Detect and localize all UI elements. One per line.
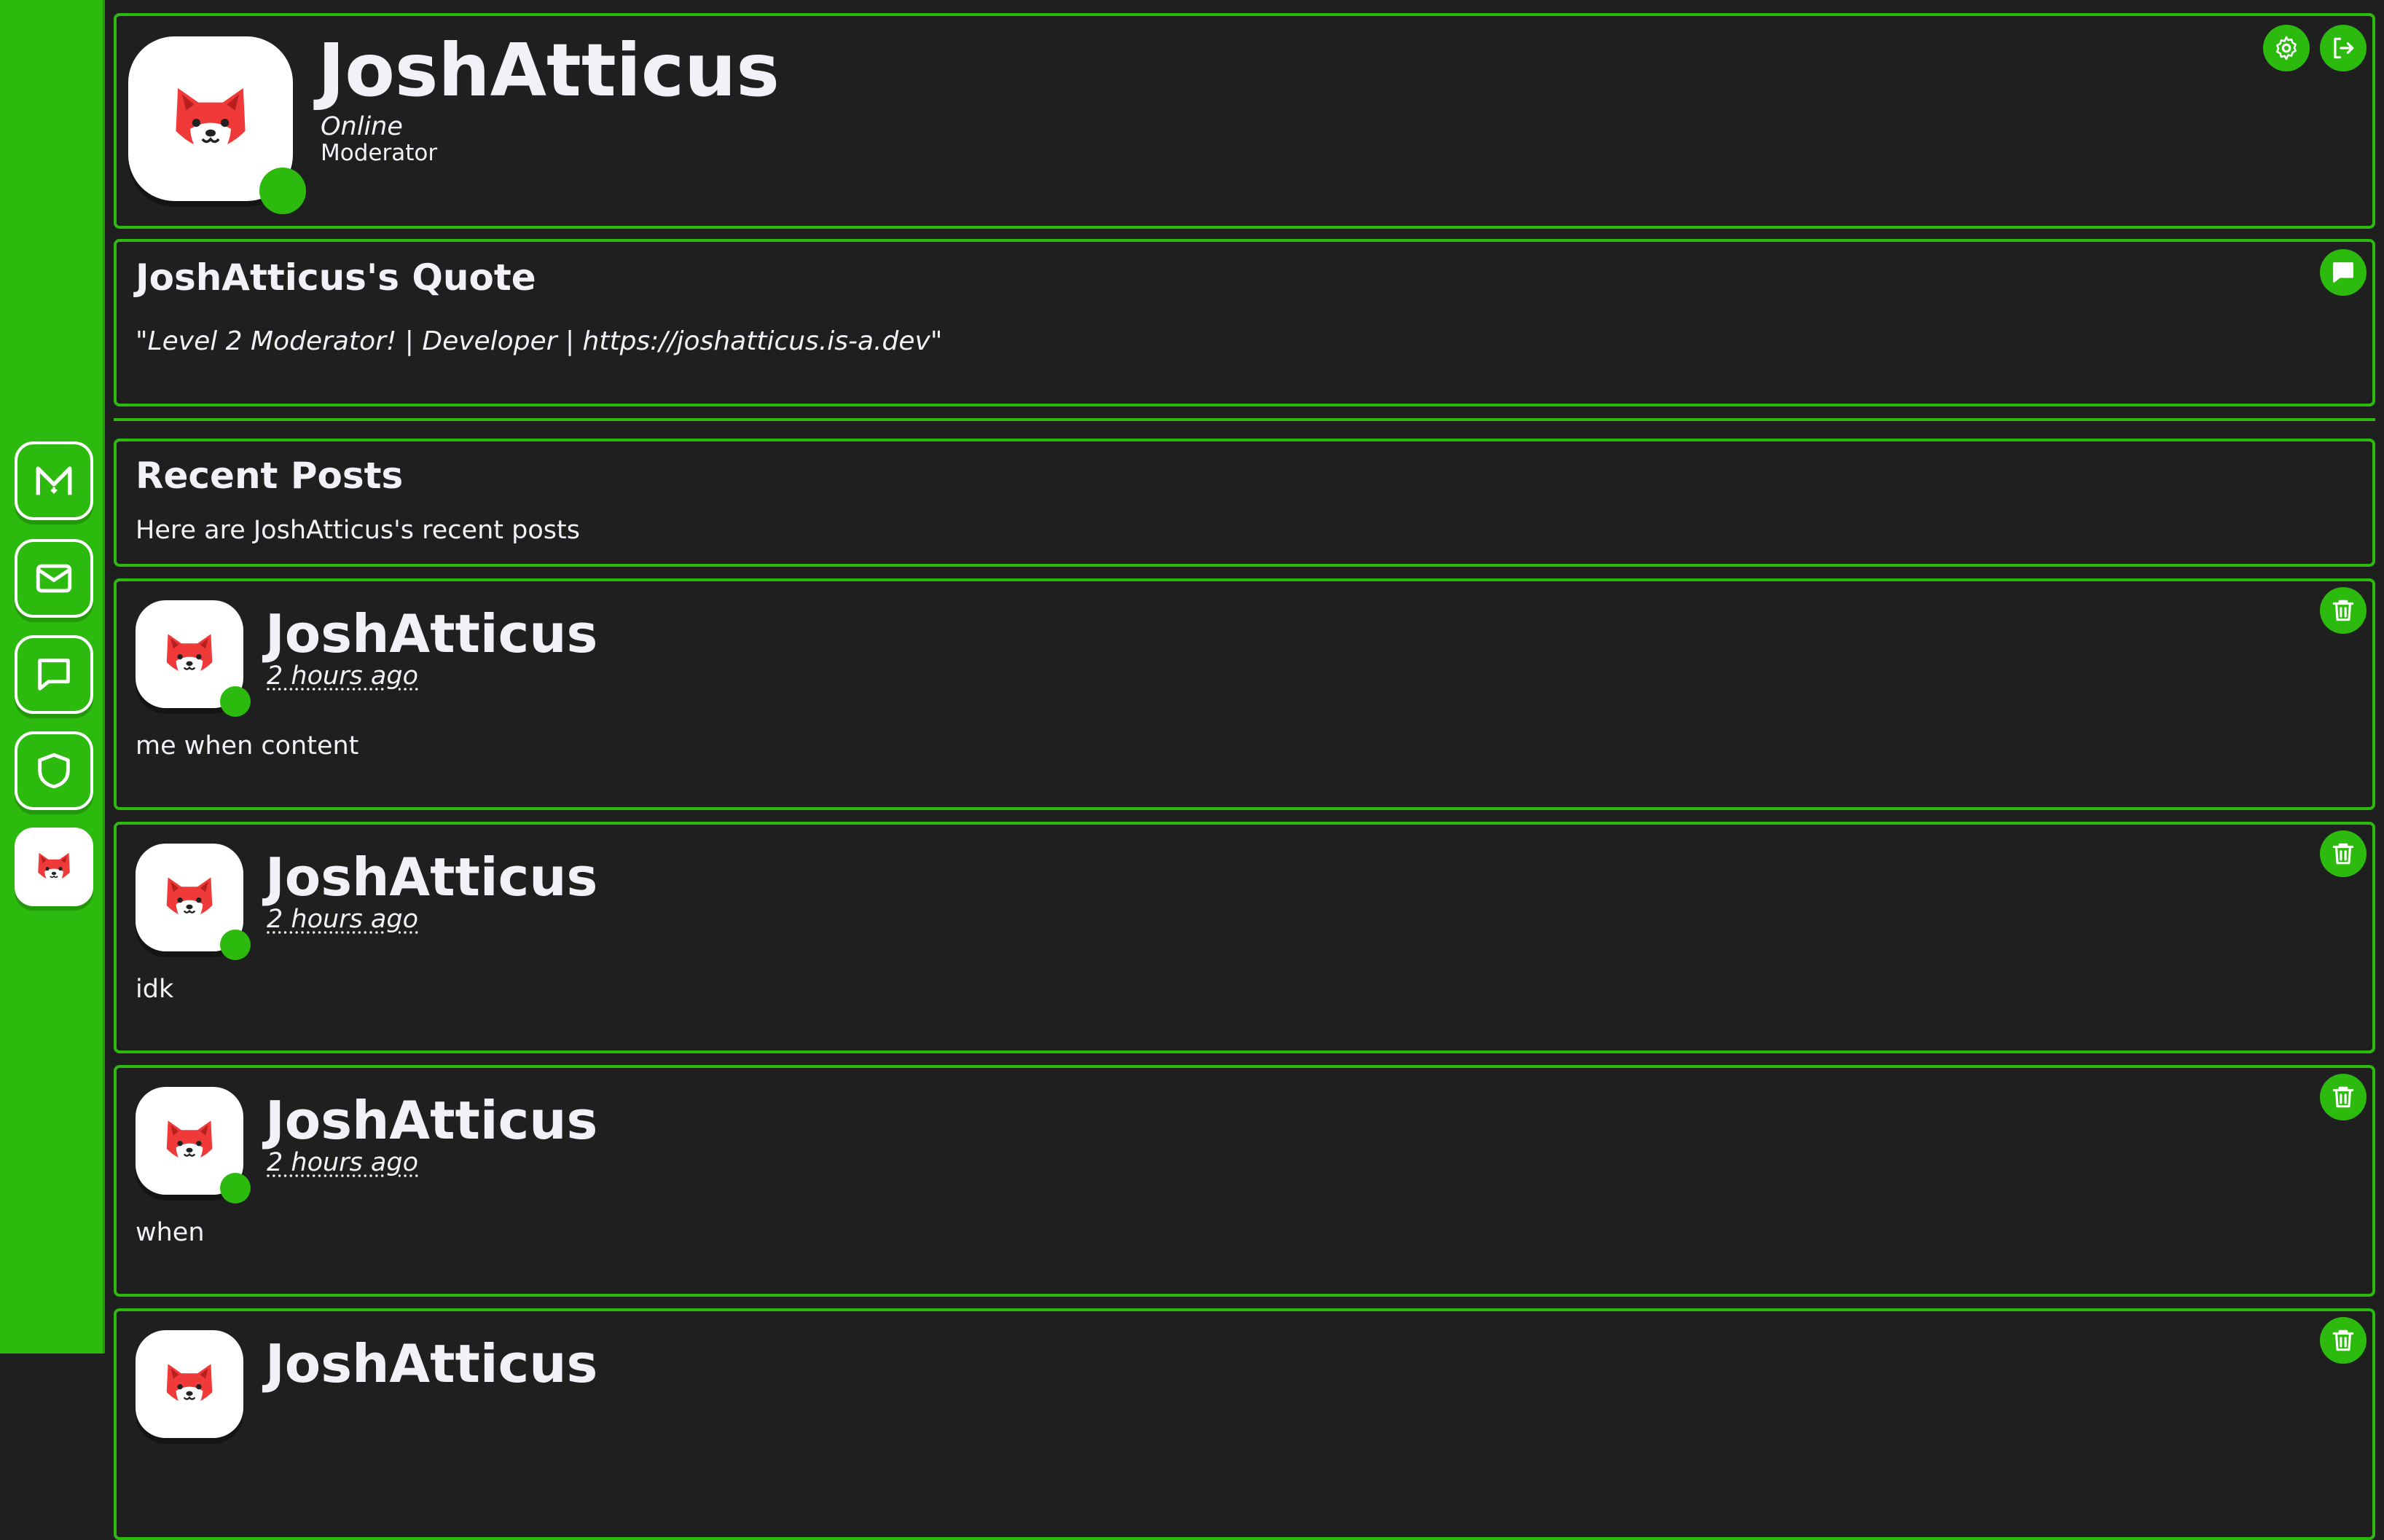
post-author: JoshAtticus (265, 603, 598, 664)
logout-icon (2334, 37, 2354, 59)
post-card: JoshAtticus 2 hours ago idk (114, 822, 2375, 1053)
quote-open-mark: " (136, 326, 148, 356)
post-card: JoshAtticus 2 hours ago me when content (114, 578, 2375, 810)
post-content: me when content (136, 731, 359, 761)
post-time: 2 hours ago (267, 1148, 419, 1177)
sidebar-item-profile[interactable] (15, 828, 93, 906)
sidebar-item-mail[interactable] (15, 539, 93, 618)
recent-posts-subtitle: Here are JoshAtticus's recent posts (136, 516, 580, 545)
gear-icon (2276, 36, 2297, 60)
settings-button[interactable] (2263, 25, 2310, 71)
section-divider (114, 418, 2375, 421)
trash-icon (2329, 597, 2357, 624)
online-status-dot (220, 686, 251, 717)
logout-button[interactable] (2320, 25, 2367, 71)
fox-avatar-icon (156, 621, 223, 688)
delete-post-button[interactable] (2320, 587, 2367, 634)
chat-icon (38, 659, 70, 691)
online-status-dot (220, 930, 251, 960)
trash-icon (2329, 1083, 2357, 1111)
profile-role: Moderator (321, 140, 438, 166)
post-card: JoshAtticus 2 hours ago when (114, 1065, 2375, 1297)
quote-body: Level 2 Moderator! | Developer | https:/… (147, 326, 930, 356)
delete-post-button[interactable] (2320, 1074, 2367, 1120)
quote-close-mark: " (930, 326, 943, 356)
sidebar-item-chat[interactable] (15, 635, 93, 714)
sidebar-item-moderation[interactable] (15, 731, 93, 810)
post-card: JoshAtticus (114, 1308, 2375, 1540)
quote-text: "Level 2 Moderator! | Developer | https:… (136, 326, 942, 356)
quote-card: JoshAtticus's Quote "Level 2 Moderator! … (114, 239, 2375, 406)
quote-title: JoshAtticus's Quote (136, 256, 536, 299)
online-status-dot (220, 1173, 251, 1203)
post-author: JoshAtticus (265, 1090, 598, 1151)
profile-username: JoshAtticus (318, 28, 780, 113)
fox-avatar-icon (156, 1107, 223, 1174)
fox-avatar-icon (156, 1351, 223, 1418)
post-author: JoshAtticus (265, 846, 598, 908)
quote-comment-button[interactable] (2320, 249, 2367, 296)
delete-post-button[interactable] (2320, 1317, 2367, 1364)
fox-avatar-icon (156, 864, 223, 931)
recent-posts-header: Recent Posts Here are JoshAtticus's rece… (114, 439, 2375, 567)
profile-header: JoshAtticus Online Moderator (114, 13, 2375, 229)
post-author: JoshAtticus (265, 1333, 598, 1394)
post-time: 2 hours ago (267, 905, 419, 934)
profile-status: Online (321, 112, 403, 141)
fox-avatar-icon (160, 68, 262, 170)
shield-icon (38, 753, 70, 789)
post-content: when (136, 1218, 205, 1247)
logo-m-icon (36, 466, 72, 495)
trash-icon (2329, 1327, 2357, 1354)
sidebar (0, 0, 105, 1354)
post-avatar (136, 1330, 243, 1438)
recent-posts-title: Recent Posts (136, 455, 404, 497)
chat-bubble-icon (2333, 262, 2353, 283)
post-content: idk (136, 975, 174, 1004)
post-time: 2 hours ago (267, 661, 419, 691)
trash-icon (2329, 840, 2357, 868)
mail-icon (36, 564, 72, 593)
sidebar-item-home[interactable] (15, 441, 93, 520)
online-status-dot (259, 168, 306, 214)
delete-post-button[interactable] (2320, 830, 2367, 877)
user-avatar (31, 844, 77, 890)
